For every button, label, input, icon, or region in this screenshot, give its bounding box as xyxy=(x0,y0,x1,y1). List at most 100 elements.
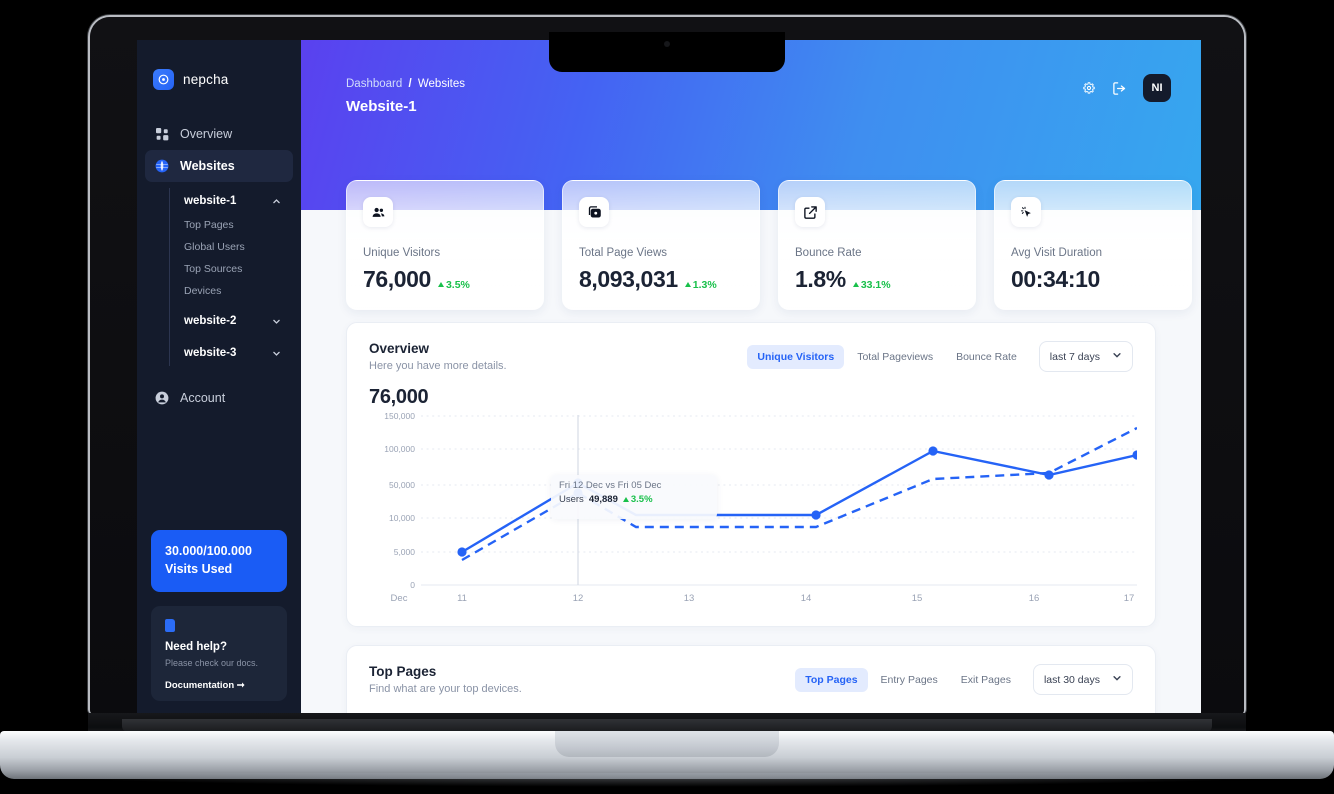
trend-up-icon xyxy=(437,282,444,287)
laptop-lid-inner: nepcha Overview Websites website-1 Top P… xyxy=(90,17,1244,715)
usage-amount: 30.000/100.000 xyxy=(165,544,252,558)
brand-name: nepcha xyxy=(183,72,229,87)
sidebar-item-websites[interactable]: Websites xyxy=(145,150,293,182)
header-actions: NI xyxy=(1081,74,1171,102)
tab-top-pages[interactable]: Top Pages xyxy=(795,667,868,692)
sidebar-nav: Overview Websites website-1 Top Pages Gl… xyxy=(137,118,301,414)
x-tick-label: 15 xyxy=(911,593,923,604)
stat-card-total-page-views[interactable]: Total Page Views 8,093,031 1.3% xyxy=(562,180,760,310)
laptop-lid: nepcha Overview Websites website-1 Top P… xyxy=(88,15,1246,715)
tab-exit-pages[interactable]: Exit Pages xyxy=(951,668,1021,692)
y-tick-label: 5,000 xyxy=(393,547,415,557)
sidebar-item-label: Overview xyxy=(180,127,233,141)
tooltip-metric: Users xyxy=(559,494,584,505)
breadcrumb-current[interactable]: Websites xyxy=(418,78,465,90)
overview-chart: 150,000 100,000 50,000 10,000 5,000 0 Fr… xyxy=(369,411,1137,615)
chart-tooltip: Fri 12 Dec vs Fri 05 Dec Users 49,889 3.… xyxy=(551,475,717,519)
sidebar-item-overview[interactable]: Overview xyxy=(145,118,293,150)
stat-row: 8,093,031 1.3% xyxy=(579,266,743,293)
logout-icon[interactable] xyxy=(1112,81,1127,96)
help-title: Need help? xyxy=(165,641,227,653)
sidebar-subnav: website-1 Top Pages Global Users Top Sou… xyxy=(169,188,293,366)
trend-up-icon xyxy=(684,282,691,287)
x-tick-label: 12 xyxy=(572,593,584,604)
sidebar-group-website-1[interactable]: website-1 xyxy=(184,188,293,214)
trend-up-icon xyxy=(622,497,629,502)
laptop-base xyxy=(0,731,1334,779)
page-title: Website-1 xyxy=(346,98,417,115)
top-pages-range-dropdown[interactable]: last 30 days xyxy=(1032,664,1133,695)
stat-card-bounce-rate[interactable]: Bounce Rate 1.8% 33.1% xyxy=(778,180,976,310)
x-tick-label: 16 xyxy=(1028,593,1040,604)
top-pages-card-header: Top Pages Find what are your top devices… xyxy=(347,646,1155,695)
help-card: Need help? Please check our docs. Docume… xyxy=(151,606,287,701)
top-pages-tabs: Top Pages Entry Pages Exit Pages last 30… xyxy=(795,664,1133,695)
x-tick-label: Dec xyxy=(390,593,408,604)
stat-delta-value: 3.5% xyxy=(445,278,470,291)
stat-value: 1.8% xyxy=(795,266,846,292)
tooltip-header: Fri 12 Dec vs Fri 05 Dec xyxy=(559,480,662,491)
top-pages-range-value: last 30 days xyxy=(1043,673,1100,686)
y-tick-label: 150,000 xyxy=(384,411,415,421)
chart-svg xyxy=(421,415,1137,586)
overview-card: Overview Here you have more details. Uni… xyxy=(346,322,1156,627)
target-icon xyxy=(153,69,174,90)
chevron-down-icon xyxy=(272,317,281,326)
document-icon xyxy=(165,619,175,632)
sidebar-group-website-3[interactable]: website-3 xyxy=(184,340,293,366)
overview-range-dropdown[interactable]: last 7 days xyxy=(1038,341,1133,372)
documentation-link[interactable]: Documentation ➞ xyxy=(165,680,273,691)
stat-row: 76,000 3.5% xyxy=(363,266,527,293)
card-subtitle: Find what are your top devices. xyxy=(369,683,522,695)
tab-bounce-rate[interactable]: Bounce Rate xyxy=(946,345,1027,369)
stat-delta: 1.3% xyxy=(684,279,717,291)
breadcrumb-separator: / xyxy=(408,78,412,90)
x-tick-label: 13 xyxy=(683,593,695,604)
overview-heading: Overview Here you have more details. xyxy=(369,341,507,372)
laptop-mockup: nepcha Overview Websites website-1 Top P… xyxy=(0,0,1334,794)
chevron-down-icon xyxy=(1112,673,1122,686)
sidebar-link-global-users[interactable]: Global Users xyxy=(184,236,293,258)
sidebar-link-label: Devices xyxy=(184,285,222,297)
grid-icon xyxy=(155,127,169,141)
usage-card[interactable]: 30.000/100.000 Visits Used xyxy=(151,530,287,592)
stat-card-unique-visitors[interactable]: Unique Visitors 76,000 3.5% xyxy=(346,180,544,310)
top-pages-card: Top Pages Find what are your top devices… xyxy=(346,645,1156,715)
brand[interactable]: nepcha xyxy=(137,40,301,90)
stat-label: Bounce Rate xyxy=(795,247,862,259)
sidebar-link-top-pages[interactable]: Top Pages xyxy=(184,214,293,236)
tooltip-value: 49,889 xyxy=(588,494,618,505)
stat-delta-value: 33.1% xyxy=(860,278,891,291)
card-title: Top Pages xyxy=(369,664,437,679)
tab-unique-visitors[interactable]: Unique Visitors xyxy=(747,344,845,369)
sidebar-item-account[interactable]: Account xyxy=(145,382,293,414)
tab-total-pageviews[interactable]: Total Pageviews xyxy=(847,345,943,369)
sidebar-link-top-sources[interactable]: Top Sources xyxy=(184,258,293,280)
y-tick-label: 100,000 xyxy=(384,444,415,454)
sidebar-link-label: Top Pages xyxy=(184,219,234,231)
copy-pages-icon xyxy=(579,197,609,227)
chevron-down-icon xyxy=(1112,350,1122,363)
sidebar-group-label: website-3 xyxy=(184,347,237,359)
breadcrumb: Dashboard / Websites xyxy=(346,78,465,90)
tab-entry-pages[interactable]: Entry Pages xyxy=(871,668,948,692)
chevron-down-icon xyxy=(272,349,281,358)
overview-tabs: Unique Visitors Total Pageviews Bounce R… xyxy=(747,341,1133,372)
sidebar-group-website-2[interactable]: website-2 xyxy=(184,308,293,334)
screen: nepcha Overview Websites website-1 Top P… xyxy=(137,40,1201,715)
stat-value: 76,000 xyxy=(363,266,431,292)
breadcrumb-root[interactable]: Dashboard xyxy=(346,78,402,90)
camera-icon xyxy=(664,41,670,47)
stat-label: Total Page Views xyxy=(579,247,668,259)
stat-card-avg-visit-duration[interactable]: Avg Visit Duration 00:34:10 xyxy=(994,180,1192,310)
gear-icon[interactable] xyxy=(1081,81,1096,96)
stat-label: Avg Visit Duration xyxy=(1011,247,1102,259)
avatar[interactable]: NI xyxy=(1143,74,1171,102)
globe-icon xyxy=(155,159,169,173)
stat-row: 00:34:10 xyxy=(1011,266,1175,293)
x-tick-label: 17 xyxy=(1123,593,1135,604)
x-tick-label: 14 xyxy=(800,593,812,604)
usage-label: Visits Used xyxy=(165,562,233,577)
y-tick-label: 50,000 xyxy=(389,480,415,490)
sidebar-link-devices[interactable]: Devices xyxy=(184,280,293,302)
